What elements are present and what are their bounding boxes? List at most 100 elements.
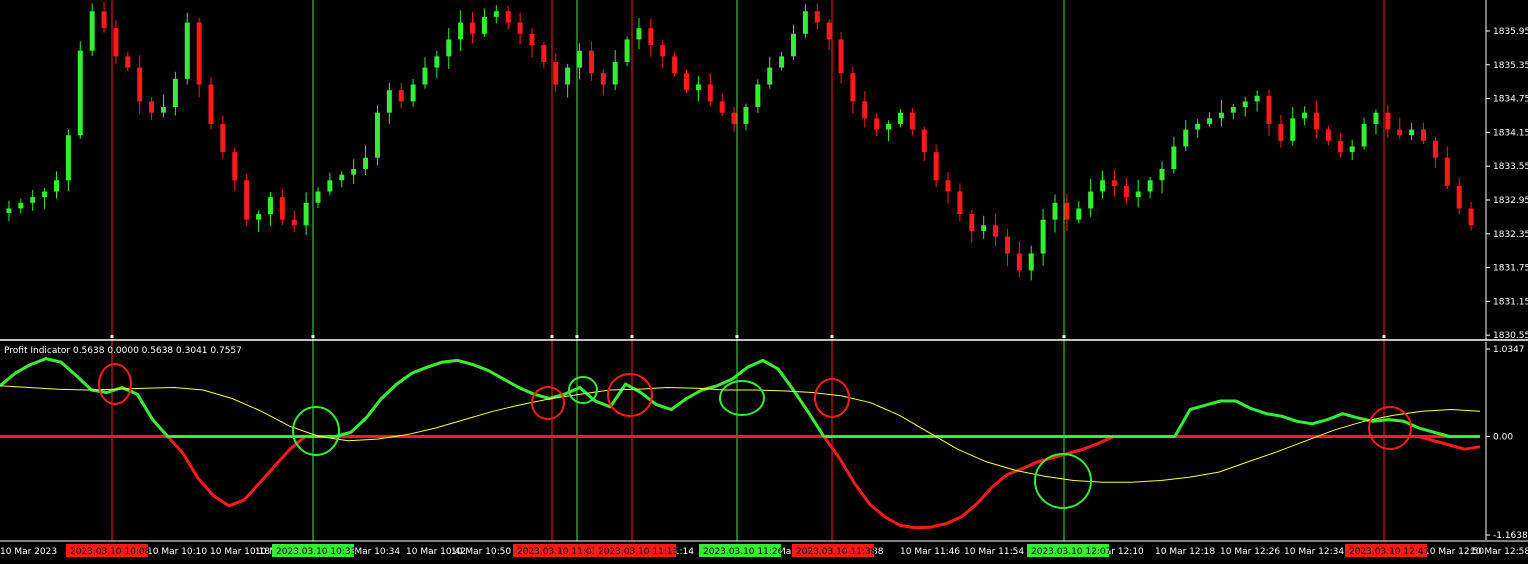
bear-candle xyxy=(850,73,856,102)
trading-chart[interactable]: 1835.95 1835.35 1834.75 1834.15 1833.55 1832.… xyxy=(0,0,1528,564)
time-marker-label: 2023.03.10 11:13 xyxy=(598,547,678,557)
signal-dot xyxy=(575,335,579,338)
indicator-tick-label: 1.0347 xyxy=(1493,345,1525,355)
bear-candle xyxy=(1123,185,1129,198)
bull-candle xyxy=(1302,112,1308,119)
bear-candle xyxy=(470,22,476,34)
time-marker-label: 2023.03.10 10:33 xyxy=(276,547,356,557)
bear-candle xyxy=(719,101,725,113)
bull-candle xyxy=(327,180,333,192)
bear-candle xyxy=(196,22,202,85)
bull-candle xyxy=(446,39,452,57)
bear-candle xyxy=(993,225,999,237)
bull-candle xyxy=(434,56,440,68)
bull-candle xyxy=(1242,101,1248,108)
bear-candle xyxy=(291,219,297,226)
bear-candle xyxy=(838,39,844,74)
bull-candle xyxy=(53,180,59,192)
bull-candle xyxy=(42,191,48,198)
bull-candle xyxy=(802,11,808,34)
bear-candle xyxy=(826,22,832,40)
bear-candle xyxy=(125,56,131,68)
bull-candle xyxy=(1349,146,1355,153)
bear-candle xyxy=(398,90,404,102)
bear-candle xyxy=(1314,112,1320,130)
bear-candle xyxy=(137,67,143,102)
bull-candle xyxy=(267,197,273,215)
signal-dot xyxy=(735,335,739,338)
bull-candle xyxy=(363,157,369,169)
time-label: 10 Mar 12:26 xyxy=(1220,547,1280,557)
bear-candle xyxy=(933,152,939,181)
signal-dot xyxy=(1382,335,1386,338)
bear-candle xyxy=(1444,157,1450,186)
bear-candle xyxy=(1278,123,1284,141)
bull-candle xyxy=(386,90,392,113)
time-label: 10 Mar 2023 xyxy=(0,547,57,557)
bear-candle xyxy=(672,56,678,74)
bear-candle xyxy=(921,129,927,153)
bear-candle xyxy=(648,28,654,46)
bull-candle xyxy=(1195,123,1201,130)
bear-candle xyxy=(1004,236,1010,254)
bear-candle xyxy=(862,101,868,119)
bull-candle xyxy=(1100,180,1106,192)
bear-candle xyxy=(707,84,713,102)
signal-dot xyxy=(110,335,114,338)
time-label: 10 Mar 12:34 xyxy=(1284,547,1344,557)
bear-candle xyxy=(1397,129,1403,136)
bull-candle xyxy=(755,84,761,108)
bull-candle xyxy=(481,16,487,34)
indicator-title: Profit Indicator 0.5638 0.0000 0.5638 0.… xyxy=(4,346,242,356)
time-marker-label: 2023.03.10 11:03 xyxy=(517,547,597,557)
price-tick-label: 1835.35 xyxy=(1493,61,1528,71)
bull-candle xyxy=(315,191,321,203)
bear-candle xyxy=(1337,140,1343,153)
bull-candle xyxy=(1028,253,1034,271)
bear-candle xyxy=(731,112,737,124)
bull-candle xyxy=(1218,112,1224,119)
signal-dot xyxy=(550,335,554,338)
bull-candle xyxy=(1052,202,1058,220)
bull-candle xyxy=(172,78,178,108)
time-label: 10 Mar 10:10 xyxy=(147,547,207,557)
bear-candle xyxy=(149,101,155,113)
bull-candle xyxy=(1088,191,1094,209)
signal-dot xyxy=(1062,335,1066,338)
bull-candle xyxy=(612,61,618,85)
bull-candle xyxy=(790,33,796,57)
bear-candle xyxy=(541,45,547,62)
bull-candle xyxy=(160,107,166,113)
time-label: 10 Mar 11:54 xyxy=(964,547,1024,557)
bull-candle xyxy=(1076,208,1082,220)
bull-candle xyxy=(1361,123,1367,147)
bull-candle xyxy=(303,202,309,226)
bull-candle xyxy=(30,197,36,203)
bear-candle xyxy=(553,61,559,85)
bull-candle xyxy=(1230,107,1236,113)
time-marker-label: 2023.03.10 10:08 xyxy=(70,547,151,557)
bull-candle xyxy=(1171,146,1177,169)
bear-candle xyxy=(600,73,606,85)
bear-candle xyxy=(1266,95,1272,124)
bull-candle xyxy=(458,22,464,40)
bull-candle xyxy=(256,214,262,220)
time-label: 10 Mar 12:18 xyxy=(1155,547,1215,557)
time-marker-label: 2023.03.10 11:26 xyxy=(703,547,784,557)
bear-candle xyxy=(244,180,250,220)
bear-candle xyxy=(588,50,594,74)
bear-candle xyxy=(113,28,119,57)
bull-candle xyxy=(339,174,345,181)
price-tick-label: 1831.15 xyxy=(1493,297,1528,307)
time-marker-label: 2023.03.10 11:38 xyxy=(796,547,877,557)
bear-candle xyxy=(814,11,820,23)
bear-candle xyxy=(969,214,975,231)
bear-candle xyxy=(909,112,915,130)
bull-candle xyxy=(1135,191,1141,198)
bear-candle xyxy=(1111,180,1117,186)
bull-candle xyxy=(886,123,892,130)
bull-candle xyxy=(1290,118,1296,141)
bull-candle xyxy=(624,39,630,62)
bear-candle xyxy=(505,11,511,23)
bear-candle xyxy=(232,152,238,181)
